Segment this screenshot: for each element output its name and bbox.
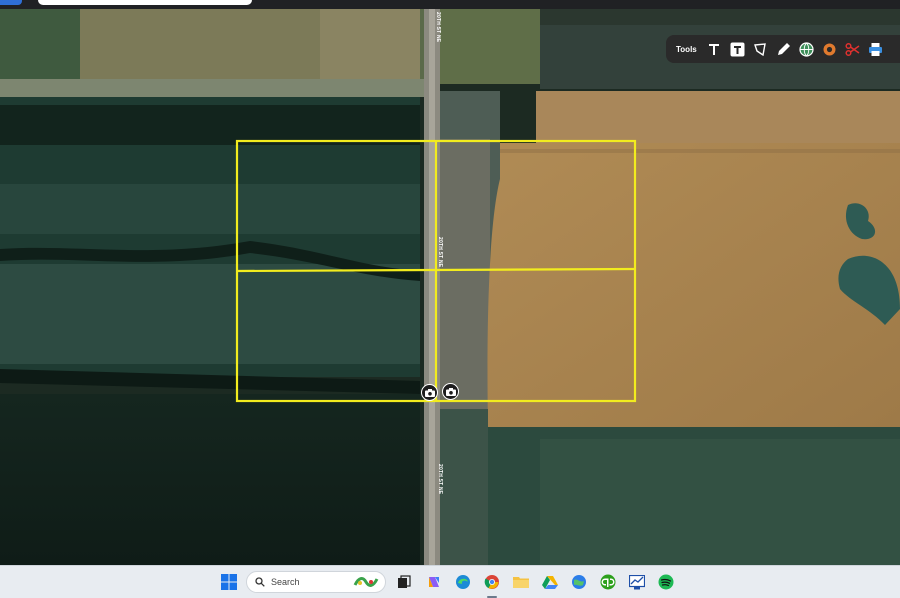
- browser-top-strip: [0, 0, 900, 9]
- circle-tool-button[interactable]: [820, 40, 839, 59]
- edge-button[interactable]: [453, 572, 473, 592]
- file-explorer-button[interactable]: [511, 572, 531, 592]
- copilot-icon: [429, 577, 439, 587]
- print-icon: [868, 42, 882, 56]
- tools-label: Tools: [676, 44, 697, 54]
- chrome-button[interactable]: [482, 572, 502, 592]
- camera-icon: [424, 388, 435, 397]
- monitor-chart-icon: [629, 574, 645, 589]
- scissors-icon: [845, 42, 860, 56]
- text-icon: [709, 44, 720, 55]
- text-box-tool-button[interactable]: [728, 40, 747, 59]
- screen-app-button[interactable]: [627, 572, 647, 592]
- search-placeholder: Search: [271, 577, 300, 587]
- search-highlight-icon: [353, 577, 379, 587]
- edge-icon: [456, 575, 470, 589]
- browser-tab-edge[interactable]: [0, 0, 22, 5]
- satellite-map[interactable]: 20TH ST NE 20TH ST NE 20TH ST NE Tools: [0, 9, 900, 565]
- road-label: 20TH ST NE: [437, 237, 443, 268]
- google-drive-icon: [542, 576, 558, 589]
- globe-icon: [799, 41, 814, 57]
- road-label: 20TH ST NE: [435, 12, 441, 43]
- road-label: 20TH ST NE: [437, 464, 443, 495]
- task-view-button[interactable]: [394, 572, 414, 592]
- polygon-tool-button[interactable]: [751, 40, 770, 59]
- pencil-icon: [777, 42, 790, 55]
- windows-taskbar: Search: [0, 565, 900, 598]
- globe-tool-button[interactable]: [797, 40, 816, 59]
- google-drive-button[interactable]: [540, 572, 560, 592]
- quickbooks-icon: [600, 574, 616, 590]
- maps-app-button[interactable]: [569, 572, 589, 592]
- text-tool-button[interactable]: [705, 40, 724, 59]
- search-icon: [255, 577, 265, 587]
- text-box-icon: [730, 42, 745, 56]
- quickbooks-button[interactable]: [598, 572, 618, 592]
- spotify-icon: [658, 574, 674, 590]
- folder-icon: [513, 577, 529, 588]
- pencil-tool-button[interactable]: [774, 40, 793, 59]
- print-tool-button[interactable]: [866, 40, 885, 59]
- copilot-button[interactable]: [424, 572, 444, 592]
- tools-toolbar: Tools: [666, 35, 900, 63]
- windows-logo-icon: [221, 574, 237, 590]
- task-view-icon: [398, 575, 411, 588]
- taskbar-search-box[interactable]: Search: [246, 571, 386, 593]
- circle-icon: [823, 43, 836, 55]
- polygon-icon: [753, 42, 766, 56]
- camera-icon: [445, 387, 456, 396]
- camera-marker[interactable]: [442, 383, 459, 400]
- camera-marker[interactable]: [421, 384, 438, 401]
- globe-pin-icon: [572, 575, 586, 589]
- start-button[interactable]: [219, 572, 239, 592]
- scissors-tool-button[interactable]: [843, 40, 862, 59]
- map-imagery: [0, 9, 900, 565]
- spotify-button[interactable]: [656, 572, 676, 592]
- chrome-icon: [484, 575, 499, 589]
- browser-address-bar[interactable]: [38, 0, 252, 5]
